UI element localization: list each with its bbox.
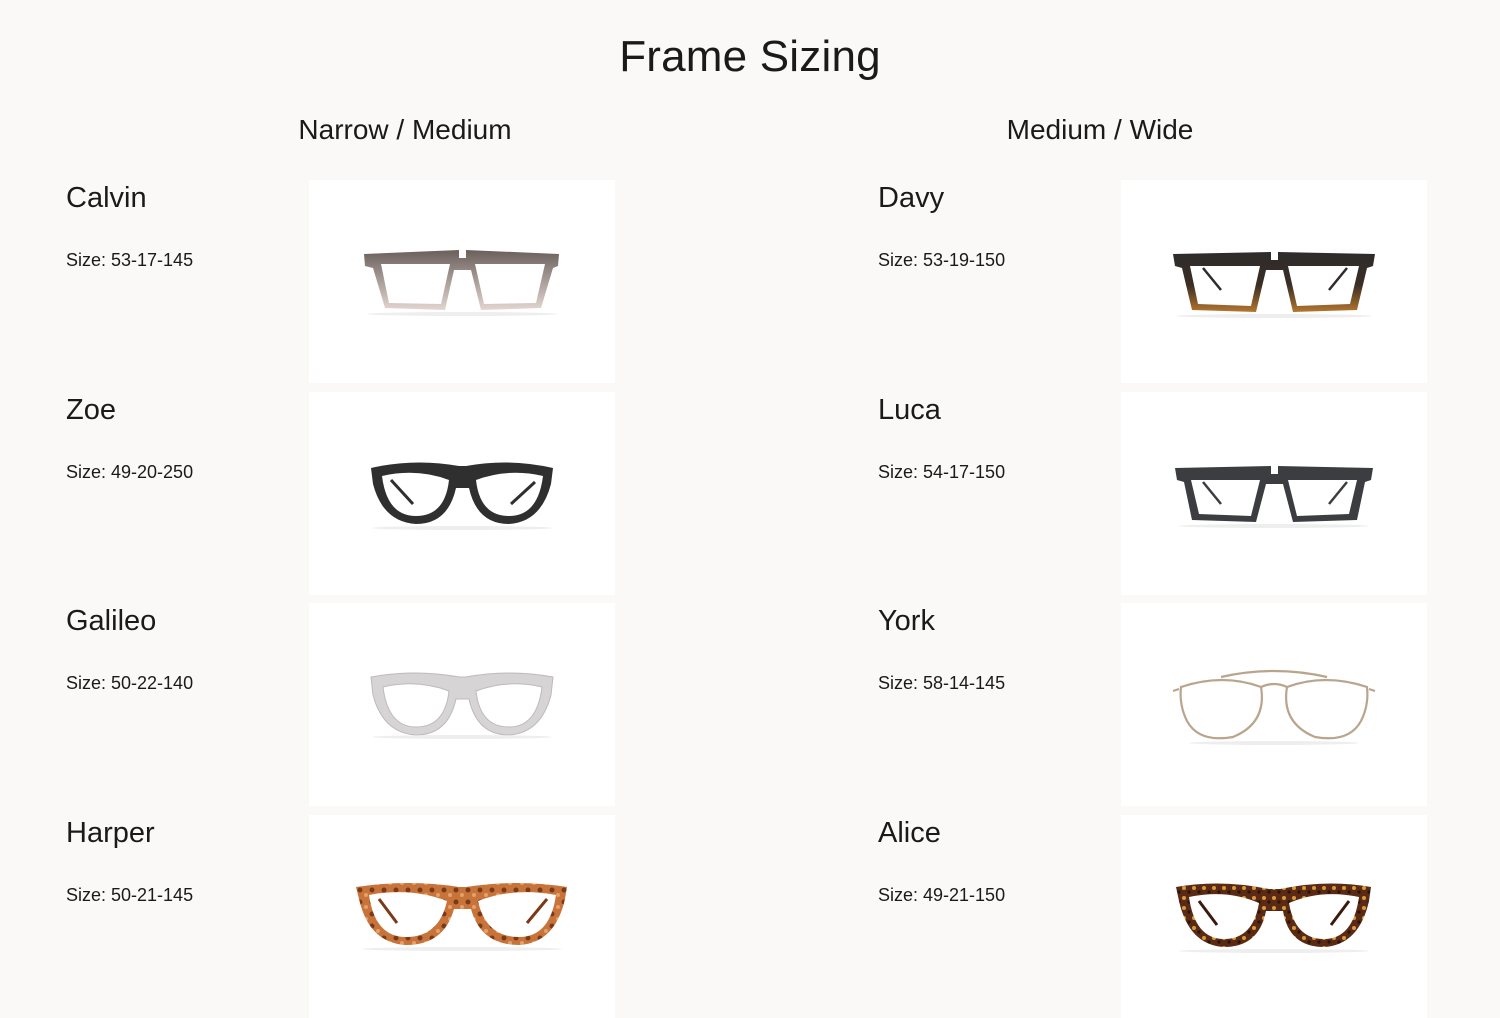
frame-name: Zoe xyxy=(66,394,116,426)
rectangular-glasses-grey-icon xyxy=(1175,466,1373,528)
column-heading-medium-wide: Medium / Wide xyxy=(1006,114,1194,145)
frame-image-davy[interactable] xyxy=(1121,180,1427,383)
frame-size: Size: 58-14-145 xyxy=(878,673,1006,693)
frame-size: Size: 50-22-140 xyxy=(66,673,194,693)
round-glasses-clear-icon xyxy=(370,672,554,739)
frame-image-luca[interactable] xyxy=(1121,392,1427,595)
frame-name: Calvin xyxy=(66,182,147,214)
column-heading-narrow-medium: Narrow / Medium xyxy=(298,114,512,145)
rectangular-glasses-dark-tortoise-icon xyxy=(1173,252,1375,318)
frame-name: Davy xyxy=(878,182,945,214)
frame-name: Galileo xyxy=(66,605,157,637)
frame-size: Size: 49-20-250 xyxy=(66,462,194,482)
frame-image-harper[interactable] xyxy=(309,815,615,1018)
frame-name: Harper xyxy=(66,817,155,849)
frame-name: York xyxy=(878,605,935,637)
frame-name: Alice xyxy=(878,817,941,849)
frame-size: Size: 54-17-150 xyxy=(878,462,1006,482)
aviator-glasses-gold-icon xyxy=(1172,669,1376,745)
frame-image-calvin[interactable] xyxy=(309,180,615,383)
frame-size: Size: 50-21-145 xyxy=(66,885,194,905)
frame-size: Size: 53-19-150 xyxy=(878,250,1006,270)
frame-image-york[interactable] xyxy=(1121,603,1427,806)
frame-size: Size: 53-17-145 xyxy=(66,250,194,270)
round-glasses-dark-tortoise-icon xyxy=(1176,883,1371,953)
frame-image-alice[interactable] xyxy=(1121,815,1427,1018)
round-glasses-black-icon xyxy=(371,462,553,530)
frame-image-galileo[interactable] xyxy=(309,603,615,806)
round-glasses-tortoise-icon xyxy=(356,883,567,951)
frame-name: Luca xyxy=(878,394,941,426)
page-title: Frame Sizing xyxy=(619,32,881,81)
rectangular-glasses-brown-fade-icon xyxy=(364,250,559,316)
frame-size: Size: 49-21-150 xyxy=(878,885,1006,905)
frame-image-zoe[interactable] xyxy=(309,392,615,595)
